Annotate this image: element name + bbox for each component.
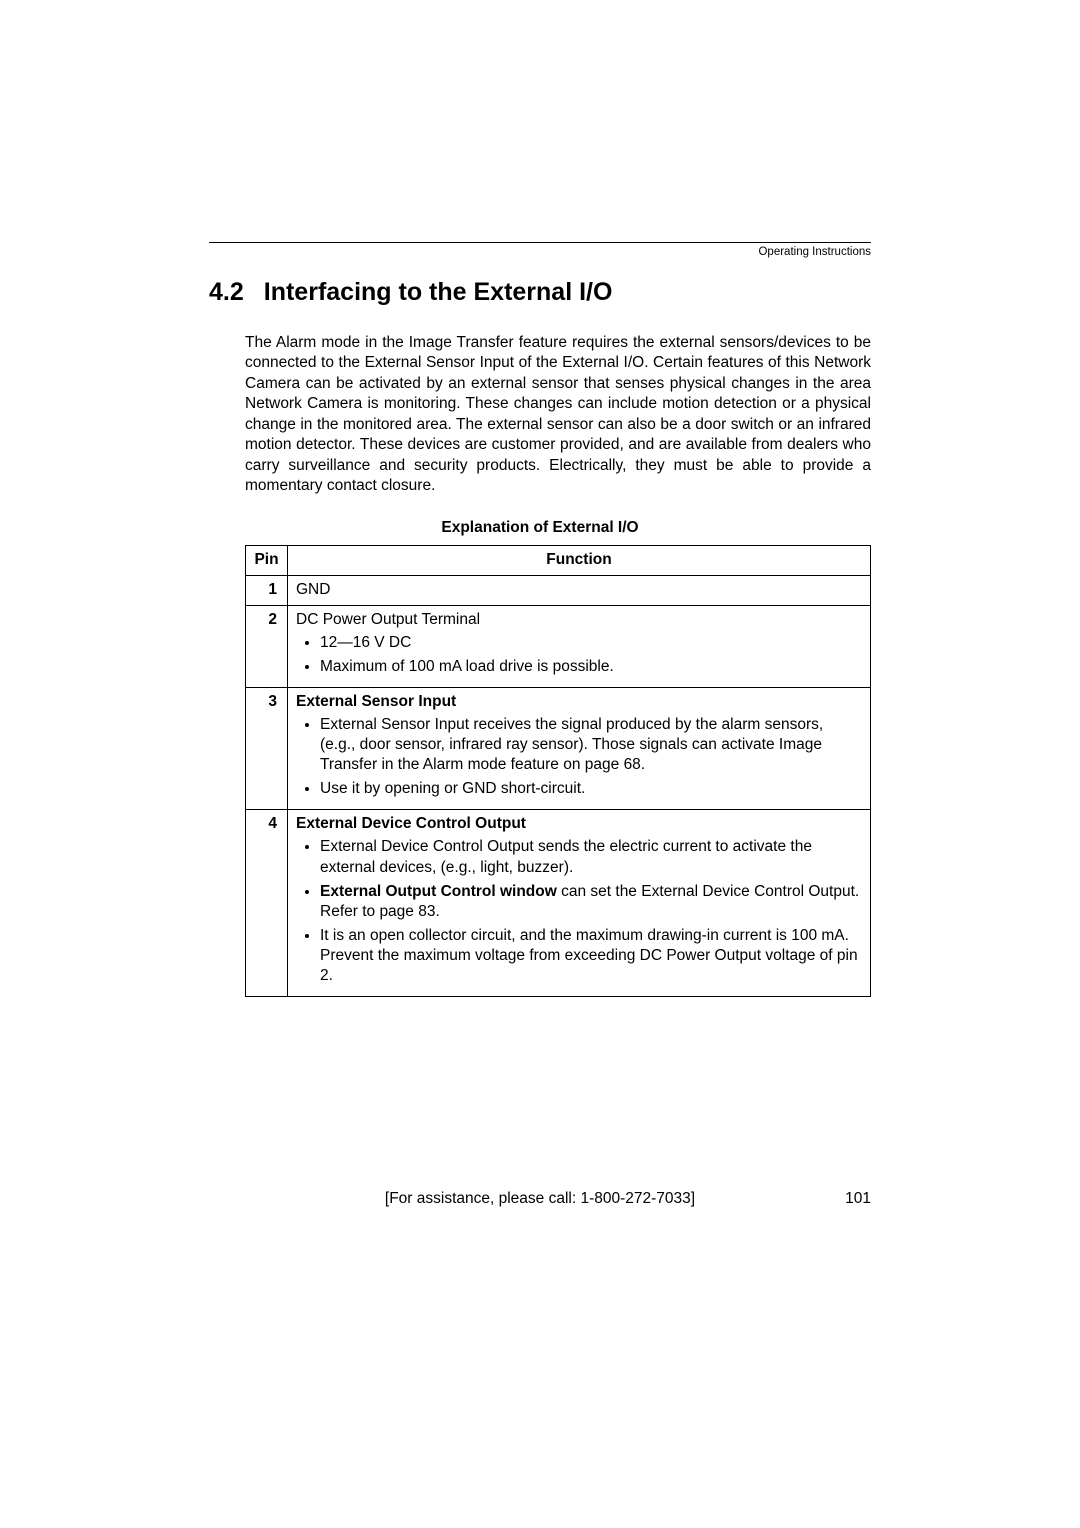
function-cell: External Device Control Output External … (288, 810, 871, 997)
row-title: External Sensor Input (296, 693, 456, 710)
running-head: Operating Instructions (209, 246, 871, 258)
section-heading: 4.2 Interfacing to the External I/O (209, 278, 871, 307)
footer-assistance: [For assistance, please call: 1-800-272-… (209, 1190, 871, 1208)
page-footer: [For assistance, please call: 1-800-272-… (209, 1190, 871, 1208)
pin-cell: 1 (246, 575, 288, 605)
intro-paragraph: The Alarm mode in the Image Transfer fea… (245, 333, 871, 497)
function-cell: DC Power Output Terminal 12—16 V DC Maxi… (288, 605, 871, 687)
header-rule (209, 242, 871, 243)
bold-span: External Output Control window (320, 883, 557, 900)
row-title: External Device Control Output (296, 815, 526, 832)
footer-page-number: 101 (845, 1190, 871, 1208)
col-function: Function (288, 545, 871, 575)
pin-cell: 2 (246, 605, 288, 687)
table-row: 4 External Device Control Output Externa… (246, 810, 871, 997)
list-item: External Sensor Input receives the signa… (320, 715, 862, 775)
pin-cell: 3 (246, 687, 288, 810)
section-number: 4.2 (209, 278, 244, 307)
table-caption: Explanation of External I/O (209, 519, 871, 537)
row-title: DC Power Output Terminal (296, 611, 480, 628)
function-cell: GND (288, 575, 871, 605)
table-row: 1 GND (246, 575, 871, 605)
section-title: Interfacing to the External I/O (264, 278, 613, 306)
external-io-table: Pin Function 1 GND 2 DC Power Output Ter… (245, 545, 871, 998)
table-row: 3 External Sensor Input External Sensor … (246, 687, 871, 810)
table-header-row: Pin Function (246, 545, 871, 575)
list-item: Use it by opening or GND short-circuit. (320, 779, 862, 799)
pin-cell: 4 (246, 810, 288, 997)
list-item: External Output Control window can set t… (320, 882, 862, 922)
list-item: 12—16 V DC (320, 633, 862, 653)
table-row: 2 DC Power Output Terminal 12—16 V DC Ma… (246, 605, 871, 687)
list-item: External Device Control Output sends the… (320, 837, 862, 877)
list-item: It is an open collector circuit, and the… (320, 926, 862, 986)
col-pin: Pin (246, 545, 288, 575)
list-item: Maximum of 100 mA load drive is possible… (320, 657, 862, 677)
function-cell: External Sensor Input External Sensor In… (288, 687, 871, 810)
